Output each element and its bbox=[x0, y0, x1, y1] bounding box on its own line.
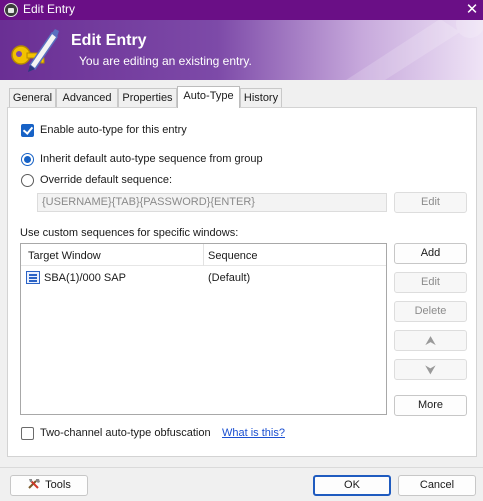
row-target-window: SBA(1)/000 SAP bbox=[44, 272, 126, 284]
row-sequence: (Default) bbox=[208, 272, 251, 284]
inherit-sequence-label: Inherit default auto-type sequence from … bbox=[40, 153, 263, 165]
tab-advanced[interactable]: Advanced bbox=[56, 88, 118, 108]
window-sequence-list[interactable]: Target Window Sequence SBA(1)/000 SAP (D… bbox=[20, 243, 387, 415]
list-header: Target Window Sequence bbox=[21, 244, 386, 266]
delete-button[interactable]: Delete bbox=[394, 301, 467, 322]
more-button[interactable]: More bbox=[394, 395, 467, 416]
tools-button[interactable]: Tools bbox=[10, 475, 88, 496]
add-button[interactable]: Add bbox=[394, 243, 467, 264]
tab-history[interactable]: History bbox=[240, 88, 282, 108]
cancel-button[interactable]: Cancel bbox=[398, 475, 476, 496]
move-down-button[interactable]: ⮟ bbox=[394, 359, 467, 380]
edit-sequence-button[interactable]: Edit bbox=[394, 192, 467, 213]
tab-auto-type[interactable]: Auto-Type bbox=[177, 86, 240, 108]
two-channel-obfuscation-label: Two-channel auto-type obfuscation bbox=[40, 427, 211, 439]
two-channel-obfuscation-checkbox[interactable] bbox=[21, 427, 34, 440]
banner-title: Edit Entry bbox=[71, 32, 147, 49]
override-sequence-radio[interactable] bbox=[21, 174, 34, 187]
title-bar: Edit Entry ✕ bbox=[0, 0, 483, 20]
window-title: Edit Entry bbox=[23, 2, 76, 16]
custom-sequences-label: Use custom sequences for specific window… bbox=[20, 227, 239, 239]
enable-auto-type-label: Enable auto-type for this entry bbox=[40, 124, 187, 136]
app-lock-icon bbox=[4, 3, 18, 17]
tools-label: Tools bbox=[45, 479, 71, 491]
column-target-window[interactable]: Target Window bbox=[28, 250, 101, 262]
column-sequence[interactable]: Sequence bbox=[208, 250, 258, 262]
tab-strip: General Advanced Properties Auto-Type Hi… bbox=[0, 86, 483, 108]
tab-properties[interactable]: Properties bbox=[118, 88, 177, 108]
banner-subtitle: You are editing an existing entry. bbox=[79, 54, 252, 68]
what-is-this-link[interactable]: What is this? bbox=[222, 427, 285, 439]
header-banner: Edit Entry You are editing an existing e… bbox=[0, 20, 483, 80]
override-sequence-label: Override default sequence: bbox=[40, 174, 173, 186]
move-up-button[interactable]: ⮝ bbox=[394, 330, 467, 351]
ok-button[interactable]: OK bbox=[313, 475, 391, 496]
arrow-up-icon: ⮝ bbox=[424, 333, 437, 348]
enable-auto-type-checkbox[interactable] bbox=[21, 124, 34, 137]
default-sequence-field[interactable]: {USERNAME}{TAB}{PASSWORD}{ENTER} bbox=[37, 193, 387, 212]
watermark-pen-icon bbox=[346, 20, 483, 80]
key-pen-icon bbox=[11, 29, 59, 72]
close-button[interactable]: ✕ bbox=[464, 0, 480, 20]
tab-general[interactable]: General bbox=[9, 88, 56, 108]
column-divider[interactable] bbox=[203, 244, 204, 266]
arrow-down-icon: ⮟ bbox=[424, 362, 437, 377]
footer-divider bbox=[0, 467, 483, 468]
table-row[interactable]: SBA(1)/000 SAP (Default) bbox=[21, 268, 386, 288]
list-icon bbox=[26, 271, 40, 284]
tools-icon bbox=[28, 479, 41, 489]
inherit-sequence-radio[interactable] bbox=[21, 153, 34, 166]
edit-button[interactable]: Edit bbox=[394, 272, 467, 293]
